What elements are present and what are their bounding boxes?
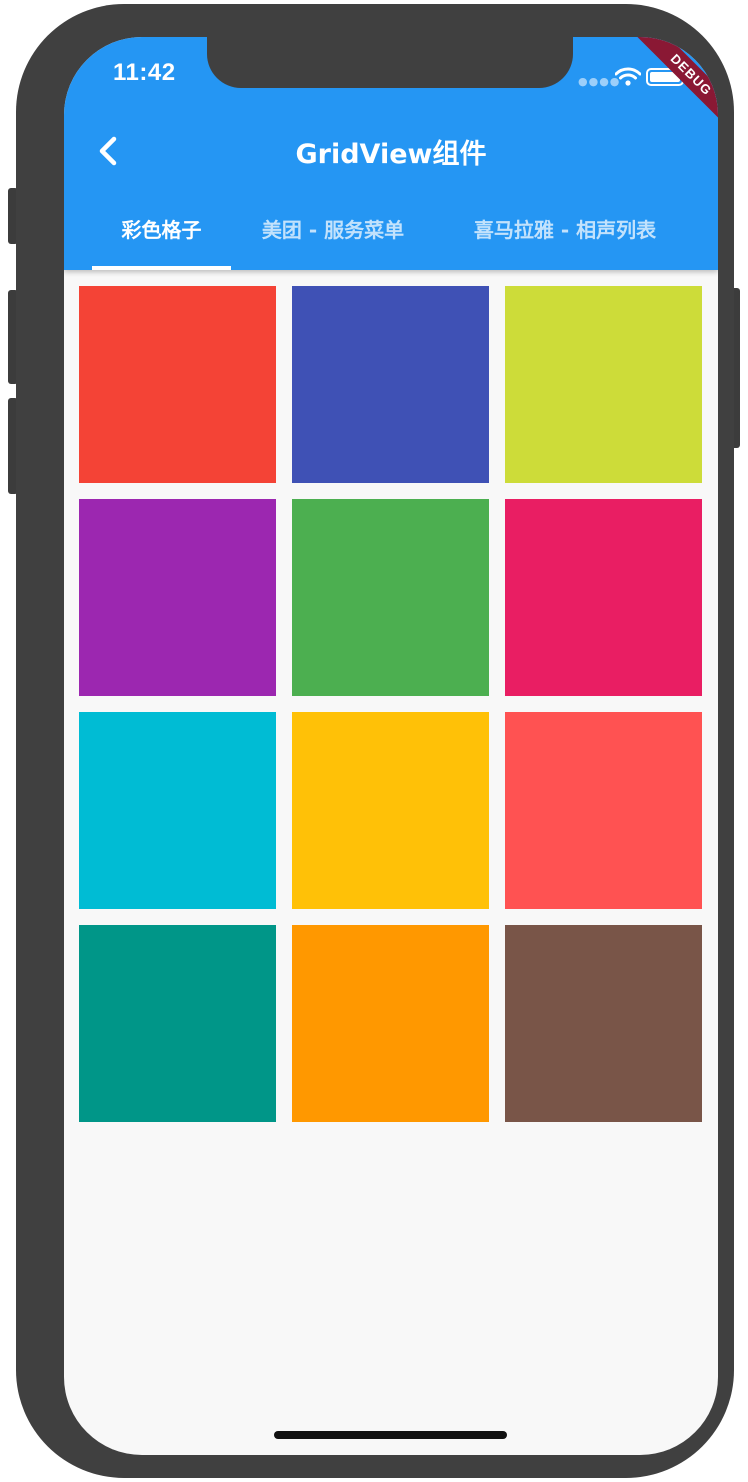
grid-cell [292,286,489,483]
grid-cell [292,925,489,1122]
tab-ximalaya-list[interactable]: 喜马拉雅 - 相声列表 [449,204,681,270]
grid-cell [505,712,702,909]
app-bar: 11:42 ●●●● DEBUG GridView组件 彩色格子 美团 - 服务… [64,37,718,270]
grid-cell [79,499,276,696]
tab-label: 彩色格子 [121,218,202,242]
tab-meituan-menu[interactable]: 美团 - 服务菜单 [242,204,424,270]
tab-label: 美团 - 服务菜单 [261,218,405,242]
home-indicator [274,1431,507,1439]
grid-cell [79,286,276,483]
grid-cell [505,925,702,1122]
notch [207,37,573,88]
phone-frame: 11:42 ●●●● DEBUG GridView组件 彩色格子 美团 - 服务… [16,4,734,1478]
screen: 11:42 ●●●● DEBUG GridView组件 彩色格子 美团 - 服务… [64,37,718,1455]
grid-cell [79,925,276,1122]
tab-indicator [92,266,231,270]
grid-cell [505,499,702,696]
tab-label: 喜马拉雅 - 相声列表 [473,218,657,242]
tab-color-grid[interactable]: 彩色格子 [92,204,231,270]
grid-cell [292,499,489,696]
status-time: 11:42 [113,59,176,86]
grid-cell [505,286,702,483]
page-title: GridView组件 [295,139,487,170]
debug-banner-label: DEBUG [630,37,718,136]
grid-cell [292,712,489,909]
tab-bar: 彩色格子 美团 - 服务菜单 喜马拉雅 - 相声列表 [64,204,718,270]
grid-cell [79,712,276,909]
